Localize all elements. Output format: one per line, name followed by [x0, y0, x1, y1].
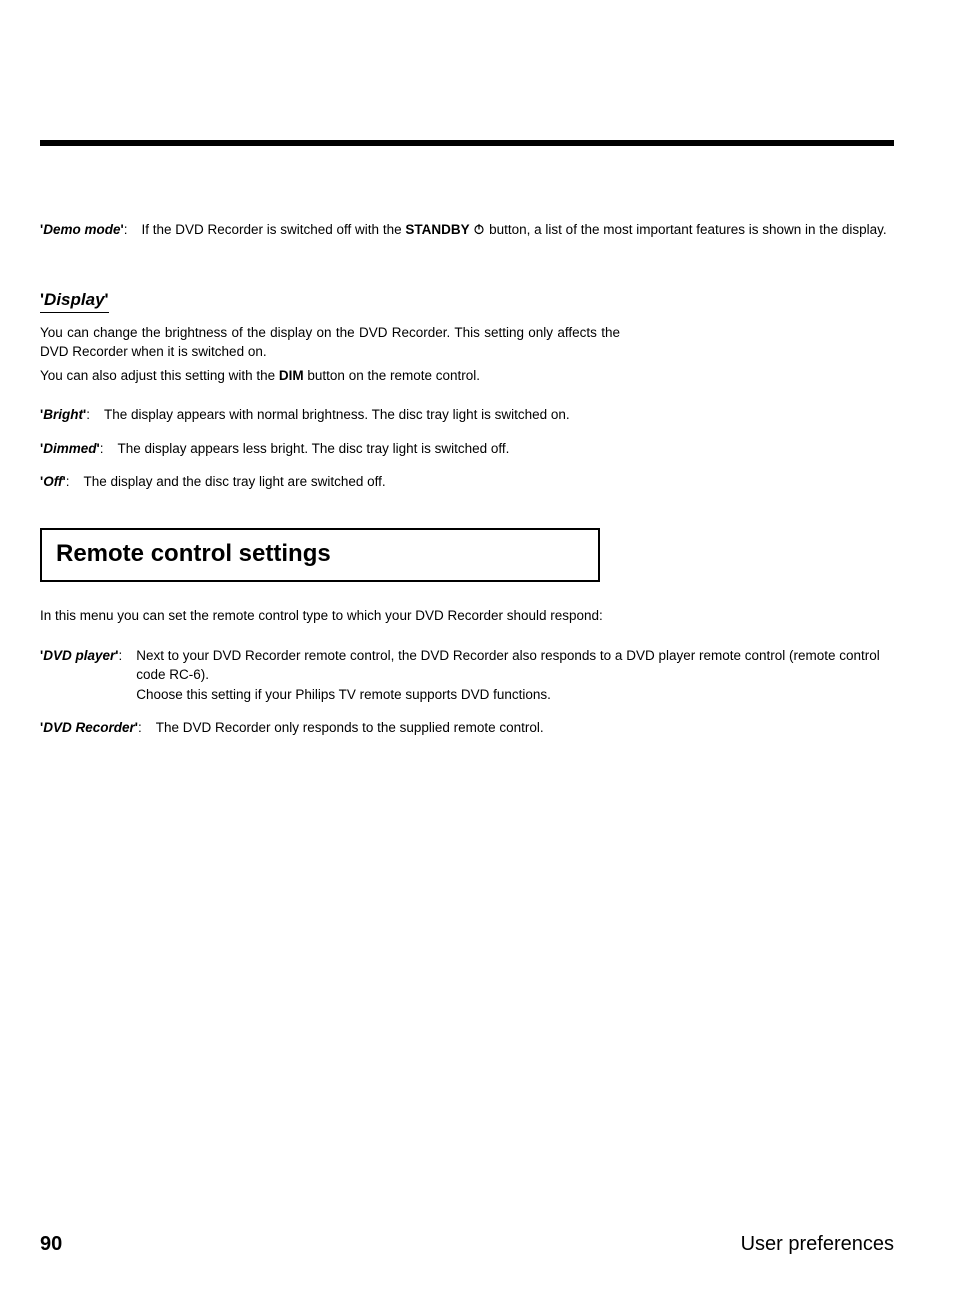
demo-mode-label: Demo mode	[43, 222, 120, 237]
dvd-player-desc: Next to your DVD Recorder remote control…	[136, 646, 894, 705]
off-label: Off	[43, 474, 62, 489]
def-label: 'DVD Recorder':	[40, 718, 156, 738]
display-para2-before: You can also adjust this setting with th…	[40, 368, 279, 383]
top-rule	[40, 140, 894, 146]
def-label: 'Bright':	[40, 405, 104, 425]
remote-defs: 'DVD player': Next to your DVD Recorder …	[40, 646, 894, 738]
def-label: 'DVD player':	[40, 646, 136, 705]
dimmed-label: Dimmed	[43, 441, 96, 456]
def-bright: 'Bright': The display appears with norma…	[40, 405, 894, 425]
def-label: 'Dimmed':	[40, 439, 117, 459]
demo-mode-text-after: button, a list of the most important fea…	[489, 222, 886, 237]
def-demo-mode: 'Demo mode': If the DVD Recorder is swit…	[40, 220, 894, 240]
display-defs: 'Bright': The display appears with norma…	[40, 405, 894, 492]
display-para2-after: button on the remote control.	[304, 368, 480, 383]
dim-label: DIM	[279, 368, 304, 383]
page-number: 90	[40, 1233, 62, 1256]
page-content: 'Demo mode': If the DVD Recorder is swit…	[0, 0, 954, 738]
standby-label: STANDBY	[405, 222, 469, 237]
page-footer: 90 User preferences	[40, 1233, 894, 1256]
dvd-recorder-desc: The DVD Recorder only responds to the su…	[156, 718, 544, 738]
dvd-recorder-label: DVD Recorder	[43, 720, 135, 735]
display-title-text: Display	[44, 290, 104, 309]
dimmed-desc: The display appears less bright. The dis…	[117, 439, 509, 459]
def-label: 'Demo mode':	[40, 220, 141, 240]
display-section-title: 'Display'	[40, 290, 109, 313]
display-para2: You can also adjust this setting with th…	[40, 366, 620, 386]
dvd-player-label: DVD player	[43, 648, 115, 663]
def-dvd-recorder: 'DVD Recorder': The DVD Recorder only re…	[40, 718, 894, 738]
standby-icon	[473, 222, 489, 237]
demo-mode-text-before: If the DVD Recorder is switched off with…	[141, 222, 405, 237]
def-off: 'Off': The display and the disc tray lig…	[40, 472, 894, 492]
def-body: If the DVD Recorder is switched off with…	[141, 220, 886, 240]
bright-desc: The display appears with normal brightne…	[104, 405, 570, 425]
off-desc: The display and the disc tray light are …	[83, 472, 385, 492]
display-para1: You can change the brightness of the dis…	[40, 323, 620, 362]
bright-label: Bright	[43, 407, 83, 422]
remote-intro: In this menu you can set the remote cont…	[40, 606, 620, 626]
def-dvd-player: 'DVD player': Next to your DVD Recorder …	[40, 646, 894, 705]
def-label: 'Off':	[40, 472, 83, 492]
footer-section-title: User preferences	[741, 1233, 894, 1256]
remote-heading: Remote control settings	[40, 528, 600, 582]
def-dimmed: 'Dimmed': The display appears less brigh…	[40, 439, 894, 459]
